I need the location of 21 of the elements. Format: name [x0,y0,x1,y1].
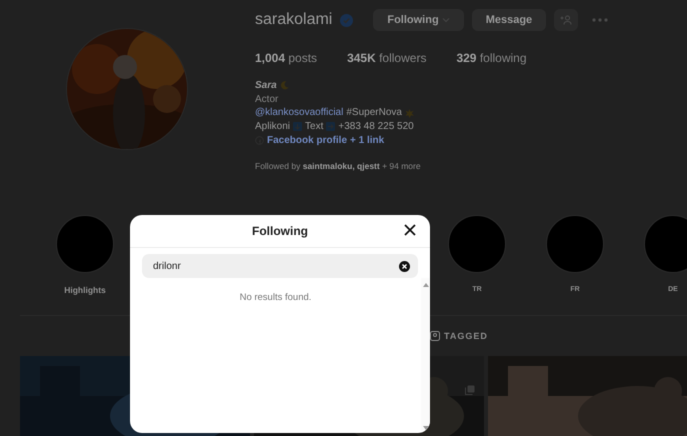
profile-category: Actor [255,92,278,106]
hashtag-link[interactable]: #SuperNova [346,106,402,120]
tagged-tab[interactable]: TAGGED [430,331,488,341]
message-button[interactable]: Message [472,9,546,31]
bio-text: Text [305,120,324,134]
stat-count[interactable]: 1,004 posts [255,51,318,65]
phone-number: +383 48 225 520 [338,120,414,134]
following-button[interactable]: Following [373,9,464,31]
facebook-profile-link[interactable]: Facebook profile [267,134,348,148]
search-field[interactable]: drilonr [142,254,418,278]
followed-by-text: Followed by saintmaloku, qjestt + 94 more [255,160,422,171]
highlight-label: Highlights [64,285,106,295]
bio-text: Aplikoni [255,120,290,134]
more-links-link[interactable]: + 1 link [350,134,384,148]
dialog-title: Following [252,224,308,238]
no-results-message: No results found. [240,292,312,305]
stat-count[interactable]: 345K followers [347,51,426,65]
stat-count[interactable]: 329 following [456,51,527,65]
username: sarakolami [255,11,332,29]
profile-name: Sara [255,79,277,93]
mention-link[interactable]: @klankosovaofficial [255,106,344,120]
